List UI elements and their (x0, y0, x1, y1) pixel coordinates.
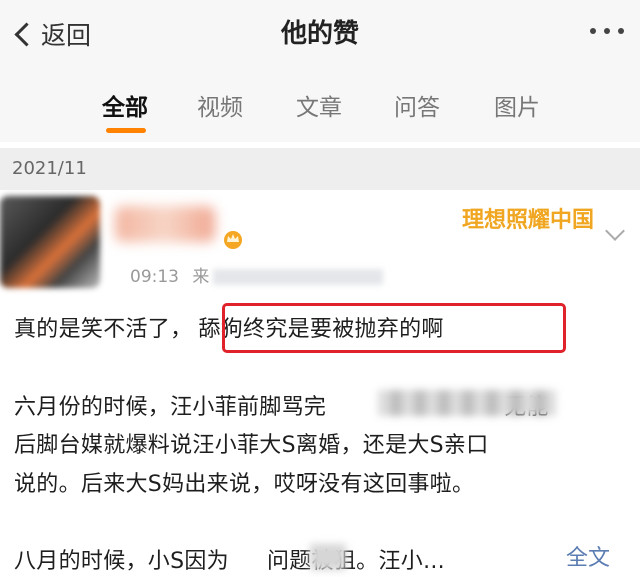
tab-video[interactable]: 视频 (197, 88, 243, 122)
line-1-prefix: 真的是笑不活了， (14, 317, 193, 342)
post-line-4: 说的。后来大S妈出来说，哎呀没有这回事啦。 (14, 472, 475, 497)
watermark: 理想照耀中国 (462, 207, 595, 233)
redacted-text-1 (378, 390, 556, 416)
top-nav-bar: 返回 他的赞 (0, 0, 640, 70)
post-meta: 09:13 来 (130, 262, 384, 287)
tab-all[interactable]: 全部 (102, 88, 148, 122)
chevron-down-icon[interactable] (605, 221, 625, 241)
post-line-5: 八月的时候，小S因为 问题被狙。汪小... (14, 543, 445, 575)
line-2-part-1: 六月份的时候，汪小菲前脚骂完 (14, 395, 327, 420)
line-5-part-2: 问题被狙。汪小... (266, 549, 445, 574)
full-text-link[interactable]: 全文 (566, 540, 610, 572)
source-redacted (213, 269, 384, 285)
post-line-3: 后脚台媒就爆料说汪小菲大S离婚，还是大S亲口 (14, 433, 489, 458)
line-5-part-1: 八月的时候，小S因为 (14, 549, 229, 574)
date-section-header: 2021/11 (0, 148, 640, 190)
tab-images[interactable]: 图片 (494, 88, 540, 122)
post-time: 09:13 (130, 267, 179, 287)
page-title: 他的赞 (280, 19, 359, 49)
avatar[interactable] (0, 196, 100, 288)
active-tab-indicator (106, 128, 146, 133)
crown-icon (224, 231, 242, 249)
tab-bar: 全部 视频 文章 问答 图片 (0, 70, 640, 142)
highlight-box (222, 303, 566, 353)
more-options-icon[interactable] (590, 28, 624, 34)
redacted-text-2 (310, 544, 346, 570)
weibo-liked-page: 返回 他的赞 全部 视频 文章 问答 图片 2021/11 09:13 来 理想… (0, 0, 640, 577)
tab-articles[interactable]: 文章 (296, 88, 342, 122)
date-label: 2021/11 (12, 158, 87, 179)
tab-qa[interactable]: 问答 (394, 88, 440, 122)
username-redacted[interactable] (115, 206, 215, 242)
post-source-prefix: 来 (192, 267, 210, 287)
